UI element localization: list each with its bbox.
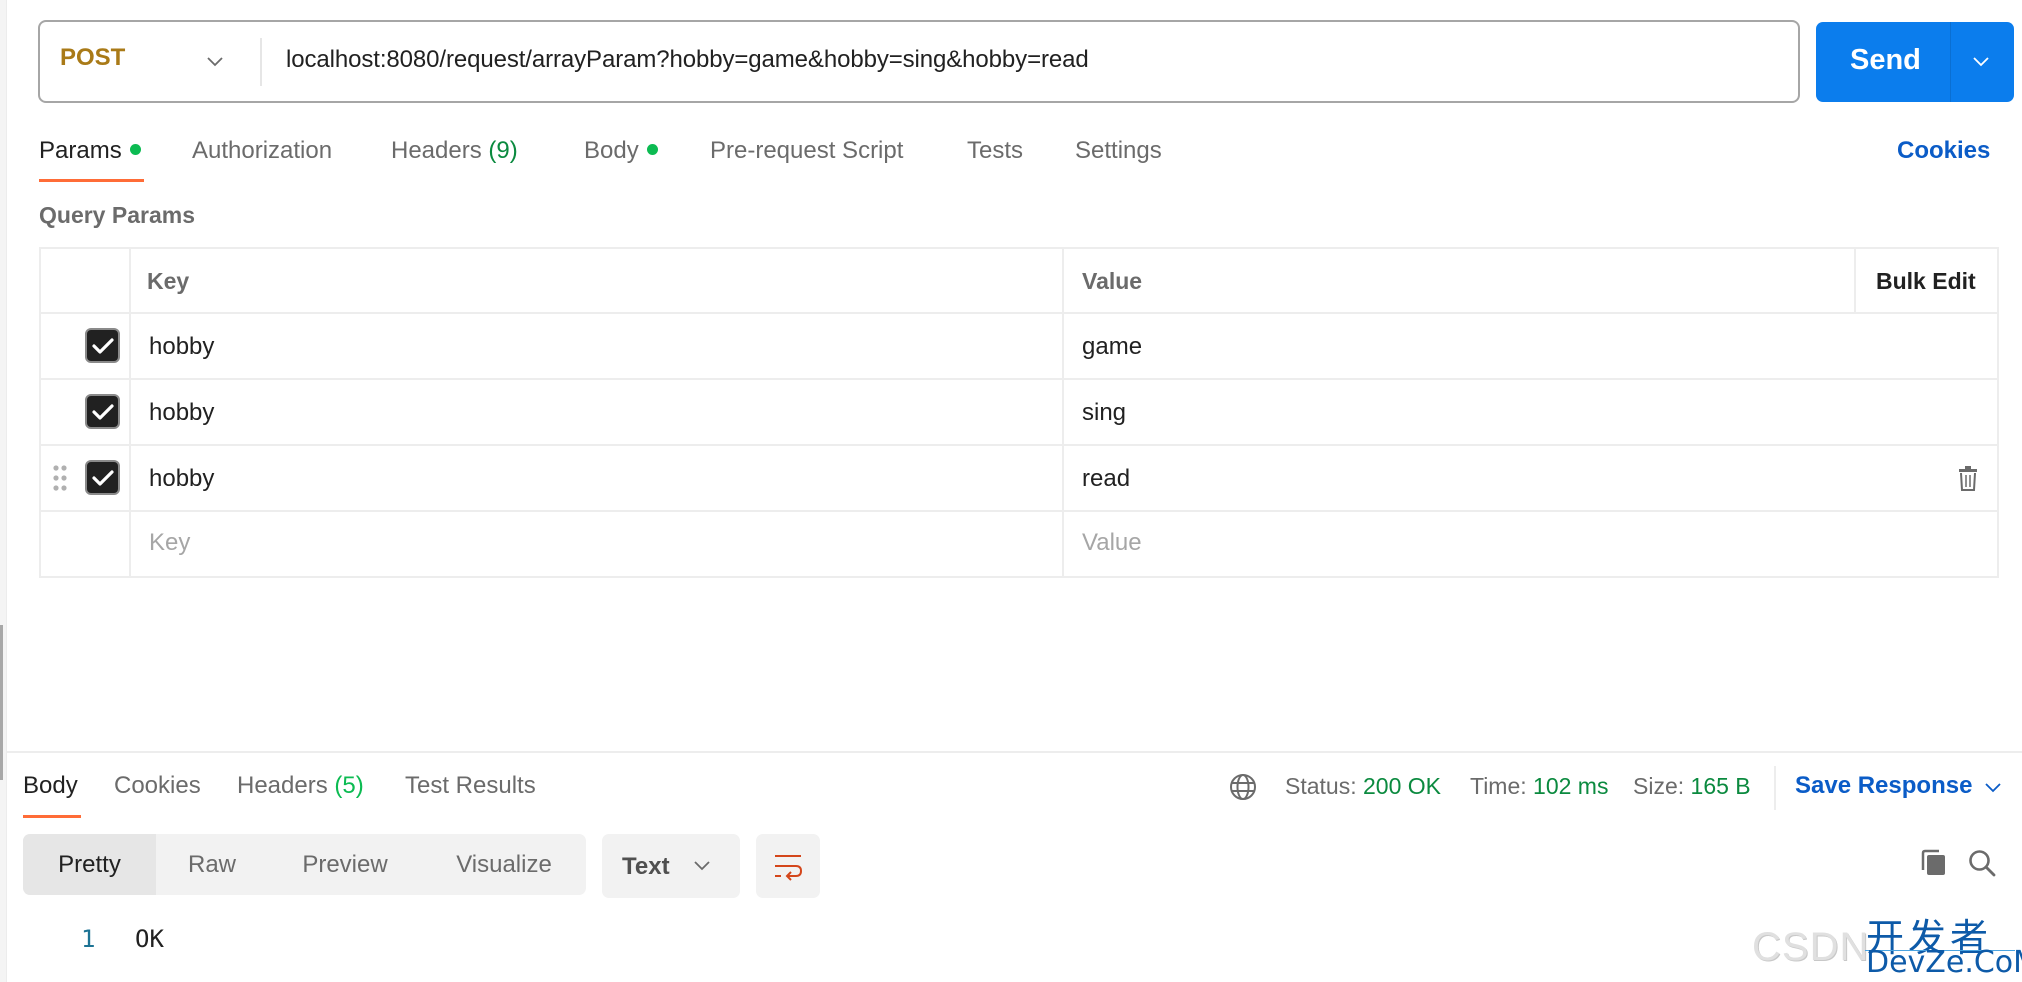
tab-authorization[interactable]: Authorization [192, 137, 332, 165]
table-divider [1854, 247, 1856, 313]
response-active-tab-indicator [23, 815, 81, 818]
tab-pre-request-script[interactable]: Pre-request Script [710, 137, 903, 165]
table-divider [39, 378, 1999, 380]
param-value-input[interactable]: game [1082, 333, 1142, 361]
checkmark-icon [91, 403, 114, 420]
table-divider [39, 312, 1999, 314]
url-divider [260, 38, 262, 86]
param-key-input[interactable]: hobby [149, 399, 214, 427]
row-checkbox[interactable] [85, 328, 120, 363]
response-headers-label: Headers [237, 772, 328, 799]
table-divider [39, 510, 1999, 512]
table-divider [1062, 247, 1064, 578]
wrap-lines-icon [775, 855, 803, 881]
params-indicator-dot [129, 144, 141, 156]
watermark-devze: DevZe.CoM [1866, 945, 2022, 980]
time-label: Time: [1470, 773, 1527, 799]
left-panel-edge [0, 0, 7, 982]
chevron-down-icon[interactable] [1983, 778, 2003, 798]
format-select-value[interactable]: Text [622, 853, 670, 881]
view-pretty-button[interactable]: Pretty [23, 834, 156, 895]
query-params-table [39, 247, 1999, 578]
tab-settings[interactable]: Settings [1075, 137, 1162, 165]
headers-count: (9) [488, 137, 518, 164]
param-key-input[interactable]: hobby [149, 333, 214, 361]
row-checkbox[interactable] [85, 460, 120, 495]
status-indicator[interactable]: Status: 200 OK [1285, 773, 1441, 800]
new-key-input[interactable]: Key [149, 529, 190, 557]
scrollbar-thumb[interactable] [0, 625, 3, 780]
status-value: 200 OK [1363, 773, 1441, 799]
send-button-label[interactable]: Send [1850, 44, 1921, 77]
bulk-edit-button[interactable]: Bulk Edit [1876, 268, 1976, 295]
chevron-down-icon[interactable] [204, 50, 226, 72]
time-indicator[interactable]: Time: 102 ms [1470, 773, 1608, 800]
send-options-chevron-icon[interactable] [1970, 52, 1992, 72]
active-tab-indicator [39, 179, 144, 182]
send-divider [1950, 22, 1951, 102]
response-headers-count: (5) [334, 772, 364, 799]
cookies-link[interactable]: Cookies [1897, 137, 1990, 165]
column-header-value: Value [1082, 268, 1143, 294]
status-label: Status: [1285, 773, 1357, 799]
status-separator [1774, 766, 1776, 810]
delete-row-icon[interactable] [1958, 465, 1978, 491]
size-value: 165 B [1690, 773, 1751, 799]
globe-icon[interactable] [1228, 772, 1258, 802]
method-select[interactable]: POST [60, 44, 125, 72]
tab-headers-label: Headers [391, 137, 482, 164]
view-preview-button[interactable]: Preview [280, 834, 410, 895]
save-response-button[interactable]: Save Response [1795, 772, 1972, 800]
line-number: 1 [81, 925, 96, 953]
row-checkbox[interactable] [85, 394, 120, 429]
chevron-down-icon[interactable] [692, 856, 712, 876]
param-key-input[interactable]: hobby [149, 465, 214, 493]
size-label: Size: [1633, 773, 1685, 799]
time-value: 102 ms [1533, 773, 1609, 799]
search-icon[interactable] [1967, 848, 1997, 878]
response-tab-cookies[interactable]: Cookies [114, 772, 201, 800]
response-tab-headers[interactable]: Headers (5) [237, 772, 364, 800]
tab-tests[interactable]: Tests [967, 137, 1023, 165]
view-raw-button[interactable]: Raw [156, 834, 268, 895]
new-value-input[interactable]: Value [1082, 529, 1142, 557]
tab-body[interactable]: Body [584, 137, 658, 165]
copy-icon[interactable] [1919, 848, 1949, 878]
tab-params-label: Params [39, 137, 122, 164]
param-value-input[interactable]: sing [1082, 399, 1126, 427]
tab-body-label: Body [584, 137, 639, 164]
view-visualize-button[interactable]: Visualize [440, 834, 568, 895]
watermark-csdn: CSDN [1752, 925, 1870, 969]
column-header-key: Key [147, 268, 190, 294]
response-tab-test-results[interactable]: Test Results [405, 772, 536, 800]
pane-divider[interactable] [7, 751, 2022, 753]
response-body-line: OK [135, 925, 164, 953]
drag-handle-icon[interactable] [52, 464, 68, 492]
checkmark-icon [91, 469, 114, 486]
query-params-title: Query Params [39, 202, 195, 228]
size-indicator[interactable]: Size: 165 B [1633, 773, 1751, 800]
body-indicator-dot [646, 144, 658, 156]
checkmark-icon [91, 337, 114, 354]
tab-params[interactable]: Params [39, 137, 141, 165]
url-input[interactable]: localhost:8080/request/arrayParam?hobby=… [286, 46, 1089, 74]
table-divider [39, 444, 1999, 446]
table-divider [129, 247, 131, 578]
response-tab-body[interactable]: Body [23, 772, 78, 800]
tab-headers[interactable]: Headers (9) [391, 137, 518, 165]
param-value-input[interactable]: read [1082, 465, 1130, 493]
